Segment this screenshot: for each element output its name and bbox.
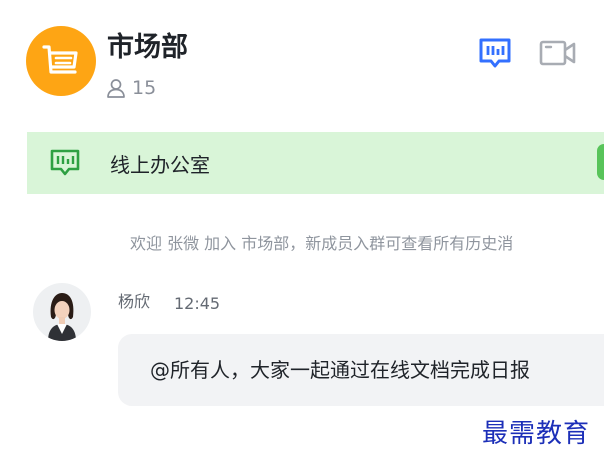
- banner-join-button[interactable]: [597, 144, 604, 180]
- online-office-icon: [50, 149, 80, 176]
- member-count: 15: [132, 77, 157, 99]
- sender-avatar[interactable]: [33, 283, 91, 341]
- person-icon: [107, 79, 125, 98]
- online-office-icon: [479, 38, 511, 68]
- member-count-button[interactable]: 15: [106, 76, 156, 100]
- group-name[interactable]: 市场部: [107, 30, 188, 66]
- online-office-button[interactable]: [477, 36, 513, 70]
- video-camera-icon: [539, 40, 576, 66]
- message-time: 12:45: [174, 294, 221, 313]
- message-text: @所有人，大家一起通过在线文档完成日报: [150, 358, 530, 382]
- banner-label: 线上办公室: [110, 152, 210, 177]
- system-message: 欢迎 张微 加入 市场部，新成员入群可查看所有历史消: [130, 234, 514, 253]
- group-avatar[interactable]: [26, 26, 96, 96]
- watermark: 最需教育: [482, 419, 591, 449]
- shopping-cart-icon: [42, 45, 78, 74]
- online-office-banner[interactable]: 线上办公室: [27, 132, 604, 194]
- user-photo: [33, 283, 91, 341]
- video-call-button[interactable]: [539, 38, 577, 68]
- sender-name: 杨欣: [118, 292, 151, 311]
